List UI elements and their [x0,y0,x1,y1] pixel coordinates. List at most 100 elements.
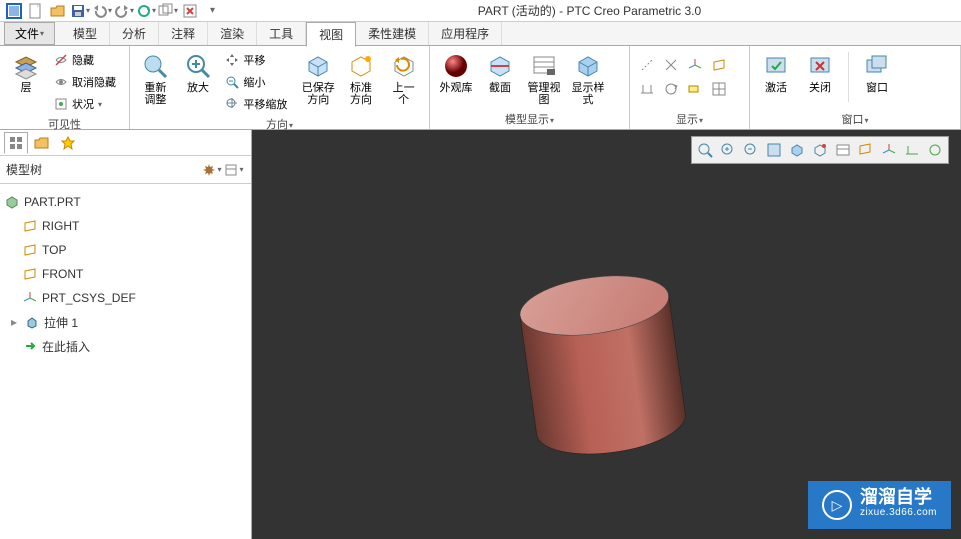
vt-refit-icon[interactable] [694,139,716,161]
appearance-button[interactable]: 外观库 [436,48,476,94]
file-menu-label: 文件 [15,25,39,42]
sb-tab-tree[interactable] [4,132,28,154]
file-menu[interactable]: 文件▾ [4,22,55,45]
disp-spin-icon[interactable] [660,78,682,100]
window-label: 窗口 [866,82,888,94]
plane-icon [22,218,38,234]
disp-tag-icon[interactable] [684,78,706,100]
disp-plane-icon[interactable] [708,54,730,76]
vt-zoomin-icon[interactable] [717,139,739,161]
group-window-label: 窗口 [841,114,863,126]
qat-new-icon[interactable] [26,2,46,20]
vt-annot-icon[interactable] [901,139,923,161]
vt-viewmgr-icon[interactable] [832,139,854,161]
plane-icon [22,266,38,282]
window-title: PART (活动的) - PTC Creo Parametric 3.0 [222,2,957,19]
vt-shade-icon[interactable] [786,139,808,161]
qat-open-icon[interactable] [48,2,68,20]
tab-render[interactable]: 渲染 [208,22,257,45]
std-label: 标准 方向 [350,82,372,106]
model-cylinder [472,230,732,490]
tab-flex[interactable]: 柔性建模 [356,22,429,45]
panzoom-button[interactable]: 平移缩放 [221,94,295,114]
qat-windows-icon[interactable]: ▾ [158,2,178,20]
display-style-button[interactable]: 显示样 式 [568,48,608,106]
tree-item-extrude[interactable]: ▸ 拉伸 1 [4,310,247,334]
pan-button[interactable]: 平移 [221,50,295,70]
vt-spin-icon[interactable] [924,139,946,161]
part-icon [4,194,20,210]
dispstyle-label: 显示样 式 [572,82,605,106]
qat-redo-icon[interactable]: ▾ [114,2,134,20]
manage-view-button[interactable]: 管理视图 [524,48,564,106]
watermark-logo-icon: ▷ [822,490,852,520]
activate-button[interactable]: 激活 [756,48,796,94]
saved-label: 已保存 方向 [302,82,335,106]
insert-icon [22,338,38,354]
appearance-label: 外观库 [440,82,473,94]
tab-tools[interactable]: 工具 [257,22,306,45]
group-disp-label: 显示 [676,114,698,126]
watermark: ▷ 溜溜自学 zixue.3d66.com [808,481,951,529]
close-button[interactable]: 关闭 [800,48,840,94]
tree-header-label: 模型树 [6,161,201,178]
disp-axis-icon[interactable] [636,54,658,76]
disp-point-icon[interactable] [660,54,682,76]
zoomout-button[interactable]: 缩小 [221,72,295,92]
qat-dropdown-icon[interactable]: ▾ [202,2,222,20]
disp-grid-icon[interactable] [708,78,730,100]
view-toolbar [691,136,949,164]
vt-datum-csys-icon[interactable] [878,139,900,161]
qat-window-icon[interactable] [4,2,24,20]
vt-repaint-icon[interactable] [763,139,785,161]
disp-csys-icon[interactable] [684,54,706,76]
qat-regen-icon[interactable]: ▾ [136,2,156,20]
tab-model[interactable]: 模型 [61,22,110,45]
qat-close-win-icon[interactable] [180,2,200,20]
status-button[interactable]: 状况▾ [50,94,119,114]
qat-save-icon[interactable]: ▾ [70,2,90,20]
refit-label: 重新 调整 [144,82,166,106]
tree-settings-icon[interactable]: ▾ [201,159,223,181]
tab-apps[interactable]: 应用程序 [429,22,502,45]
saved-orient-button[interactable]: 已保存 方向 [299,48,338,106]
window-button[interactable]: 窗口 [857,48,897,94]
zoomin-button[interactable]: 放大 [179,48,218,94]
section-button[interactable]: 截面 [480,48,520,94]
disp-annot-icon[interactable] [636,78,658,100]
sb-tab-folder[interactable] [30,132,54,154]
watermark-url: zixue.3d66.com [860,505,937,521]
prev-orient-button[interactable]: 上一 个 [384,48,423,106]
sb-tab-fav[interactable] [56,132,80,154]
csys-icon [22,290,38,306]
tree-display-icon[interactable]: ▾ [223,159,245,181]
tree-root[interactable]: PART.PRT [4,190,247,214]
std-orient-button[interactable]: 标准 方向 [342,48,381,106]
activate-label: 激活 [765,82,787,94]
tree-item-top[interactable]: TOP [4,238,247,262]
layers-button[interactable]: 层 [6,48,46,94]
tab-view[interactable]: 视图 [306,22,356,47]
tree-item-right[interactable]: RIGHT [4,214,247,238]
tree-item-insert[interactable]: 在此插入 [4,334,247,358]
vt-datum-plane-icon[interactable] [855,139,877,161]
watermark-title: 溜溜自学 [860,489,937,505]
tab-analysis[interactable]: 分析 [110,22,159,45]
layers-label: 层 [21,82,32,94]
section-label: 截面 [489,82,511,94]
extrude-icon [24,314,40,330]
hide-button[interactable]: 隐藏 [50,50,119,70]
tree-item-csys[interactable]: PRT_CSYS_DEF [4,286,247,310]
tab-annotate[interactable]: 注释 [159,22,208,45]
expand-icon[interactable]: ▸ [8,315,20,329]
prev-label: 上一 个 [393,82,415,106]
unhide-button[interactable]: 取消隐藏 [50,72,119,92]
plane-icon [22,242,38,258]
tree-item-front[interactable]: FRONT [4,262,247,286]
refit-button[interactable]: 重新 调整 [136,48,175,106]
qat-undo-icon[interactable]: ▾ [92,2,112,20]
3d-viewport[interactable]: ▷ 溜溜自学 zixue.3d66.com [252,130,961,539]
vt-saved-icon[interactable] [809,139,831,161]
tree-root-label: PART.PRT [24,195,81,209]
vt-zoomout-icon[interactable] [740,139,762,161]
